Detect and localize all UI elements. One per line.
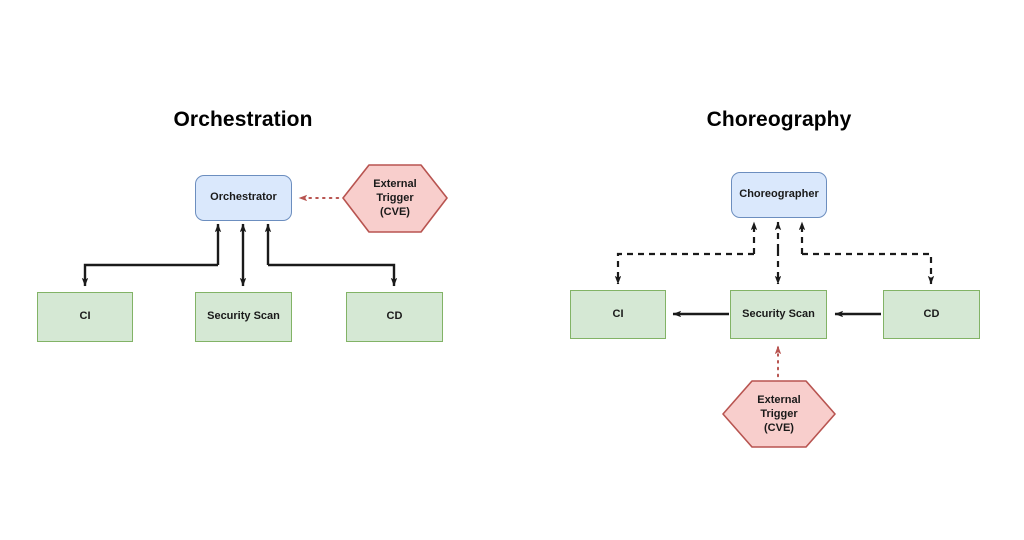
node-cd-choreography[interactable]: CD	[883, 290, 980, 339]
node-security-scan-choreography[interactable]: Security Scan	[730, 290, 827, 339]
node-cd-orchestration[interactable]: CD	[346, 292, 443, 342]
external-trigger-hexagon-right[interactable]	[722, 380, 836, 448]
node-security-scan-label: Security Scan	[207, 310, 280, 323]
node-cd-label: CD	[923, 307, 940, 320]
node-orchestrator[interactable]: Orchestrator	[195, 175, 292, 221]
panel-title-orchestration: Orchestration	[173, 108, 313, 131]
panel-title-choreography: Choreography	[706, 108, 852, 131]
node-choreographer-label: Choreographer	[739, 188, 819, 201]
edge-orchestrator-cd	[264, 223, 398, 287]
node-choreographer[interactable]: Choreographer	[731, 172, 827, 218]
node-ci-orchestration[interactable]: CI	[37, 292, 133, 342]
edge-orchestrator-ci	[81, 223, 222, 287]
edge-choreographer-ci	[614, 221, 758, 285]
node-orchestrator-label: Orchestrator	[210, 191, 277, 204]
external-trigger-hexagon-left[interactable]	[342, 164, 448, 233]
node-ci-choreography[interactable]: CI	[570, 290, 666, 339]
node-cd-label: CD	[386, 310, 403, 323]
node-security-scan-orchestration[interactable]: Security Scan	[195, 292, 292, 342]
diagram-canvas: Orchestration Orchestrator CI Security S…	[0, 0, 1024, 540]
node-security-scan-label: Security Scan	[742, 307, 815, 320]
connector-layer	[81, 164, 935, 448]
node-ci-label: CI	[612, 307, 624, 320]
edge-choreographer-cd	[798, 221, 935, 285]
node-ci-label: CI	[79, 310, 91, 323]
